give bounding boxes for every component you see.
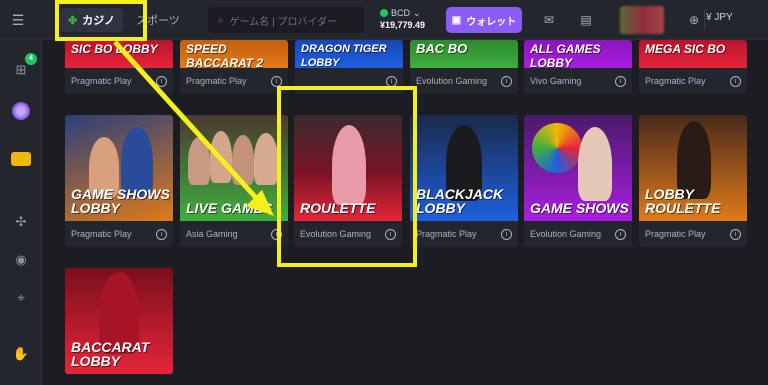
- info-icon[interactable]: i: [386, 75, 397, 87]
- hand-icon[interactable]: ✋: [11, 344, 31, 364]
- game-title: SIC BO LOBBY: [71, 42, 158, 56]
- game-tile[interactable]: BLACKJACK LOBBY Pragmatic Play i: [410, 115, 518, 247]
- game-tile[interactable]: BAC BO Evolution Gaming i: [410, 40, 518, 94]
- game-tile[interactable]: GAME SHOWS Evolution Gaming i: [524, 115, 632, 247]
- promo-icon[interactable]: ✣: [11, 212, 31, 232]
- money-wheel-image: [532, 123, 582, 173]
- balance-display[interactable]: BCD ⌄ ¥19,779.49: [380, 7, 442, 35]
- game-title: ALL GAMES LOBBY: [530, 42, 601, 68]
- game-title: SPEED BACCARAT 2: [186, 42, 264, 68]
- currency-selector[interactable]: ¥ JPY: [706, 12, 733, 23]
- divider: [704, 10, 705, 30]
- wallet-label: ウォレット: [466, 16, 517, 28]
- mail-icon[interactable]: ✉: [541, 12, 557, 28]
- provider-name: Pragmatic Play: [645, 229, 706, 239]
- highlight-box-roulette: [277, 86, 417, 267]
- game-title: BAC BO: [416, 41, 468, 56]
- provider-name: Pragmatic Play: [71, 76, 132, 86]
- game-title: MEGA SIC BO: [645, 42, 726, 56]
- sport-ball-icon[interactable]: ◉: [11, 250, 31, 270]
- provider-name: Evolution Gaming: [530, 229, 602, 239]
- provider-name: Pragmatic Play: [416, 229, 477, 239]
- provider-name: Asia Gaming: [186, 229, 238, 239]
- treasure-icon[interactable]: [11, 152, 31, 172]
- chevron-down-icon: ⌄: [413, 8, 421, 18]
- wallet-button[interactable]: ▣ ウォレット: [446, 7, 522, 33]
- search-input[interactable]: ⌕ ゲーム名 | プロバイダー: [208, 7, 364, 33]
- avatar[interactable]: [620, 6, 664, 34]
- game-tile[interactable]: SPEED BACCARAT 2 Pragmatic Play i: [180, 40, 288, 94]
- hamburger-icon[interactable]: ☰: [8, 10, 28, 30]
- info-icon[interactable]: i: [615, 228, 626, 240]
- info-icon[interactable]: i: [156, 228, 167, 240]
- game-tile[interactable]: ALL GAMES LOBBY Vivo Gaming i: [524, 40, 632, 94]
- game-title: LOBBY ROULETTE: [645, 186, 721, 216]
- info-icon[interactable]: i: [156, 75, 167, 87]
- dealer-image: [578, 127, 612, 201]
- wallet-icon: ▣: [451, 14, 462, 26]
- notification-badge: 4: [25, 53, 37, 65]
- tag-icon[interactable]: ⌖: [11, 288, 31, 308]
- provider-name: Vivo Gaming: [530, 76, 582, 86]
- provider-name: Pragmatic Play: [186, 76, 247, 86]
- game-tile[interactable]: MEGA SIC BO Pragmatic Play i: [639, 40, 747, 94]
- info-icon[interactable]: i: [501, 228, 512, 240]
- balance-amount: ¥19,779.49: [380, 20, 426, 30]
- chat-icon[interactable]: ▤: [578, 12, 594, 28]
- info-icon[interactable]: i: [501, 75, 512, 87]
- game-tile[interactable]: SIC BO LOBBY Pragmatic Play i: [65, 40, 173, 94]
- coin-icon: [380, 9, 388, 17]
- game-tile[interactable]: LIVE GAMES Asia Gaming i: [180, 115, 288, 247]
- sidebar: ⊞ ✣ ◉ ⌖ ✋: [0, 40, 42, 385]
- search-placeholder: ゲーム名 | プロバイダー: [229, 16, 338, 28]
- dealer-image: [232, 135, 254, 185]
- provider-name: Pragmatic Play: [71, 229, 132, 239]
- spin-wheel-icon[interactable]: [11, 102, 31, 122]
- balance-currency: BCD: [391, 8, 411, 18]
- game-tile[interactable]: GAME SHOWS LOBBY Pragmatic Play i: [65, 115, 173, 247]
- dealer-image: [210, 131, 232, 183]
- globe-icon[interactable]: ⊕: [686, 12, 702, 28]
- dealer-image: [188, 137, 210, 185]
- provider-name: Pragmatic Play: [645, 76, 706, 86]
- game-title: BLACKJACK LOBBY: [416, 186, 504, 216]
- game-title: DRAGON TIGER LOBBY: [301, 43, 387, 68]
- info-icon[interactable]: i: [271, 75, 282, 87]
- info-icon[interactable]: i: [615, 75, 626, 87]
- game-title: GAME SHOWS: [530, 200, 629, 216]
- game-tile[interactable]: BACCARAT LOBBY: [65, 268, 173, 374]
- provider-name: Evolution Gaming: [416, 76, 488, 86]
- search-icon: ⌕: [218, 14, 224, 26]
- game-title: BACCARAT LOBBY: [71, 339, 150, 369]
- game-title: GAME SHOWS LOBBY: [71, 186, 170, 216]
- dealer-image: [254, 133, 278, 185]
- info-icon[interactable]: i: [730, 228, 741, 240]
- game-tile[interactable]: LOBBY ROULETTE Pragmatic Play i: [639, 115, 747, 247]
- game-title: LIVE GAMES: [186, 200, 273, 216]
- highlight-box-casino-tab: [55, 0, 147, 41]
- info-icon[interactable]: i: [730, 75, 741, 87]
